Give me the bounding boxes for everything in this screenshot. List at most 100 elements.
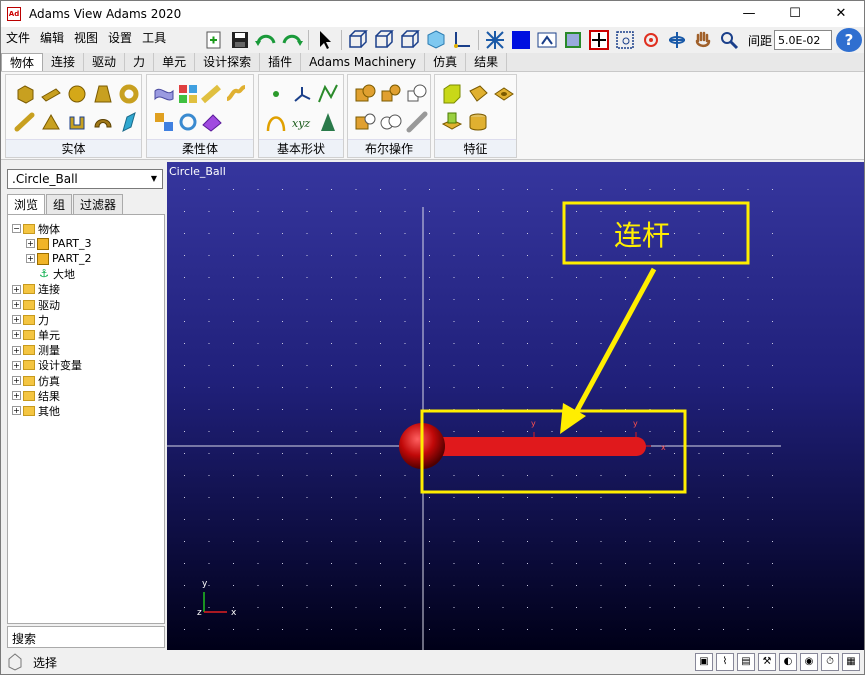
tree-item[interactable]: + PART_2 [26, 251, 92, 266]
chamfer-icon[interactable] [441, 83, 463, 105]
expand-icon[interactable]: + [12, 330, 21, 340]
tree-item[interactable]: ⚓ 大地 [38, 267, 75, 282]
tree-item[interactable]: + 连接 [12, 282, 60, 297]
menu-settings[interactable]: 设置 [103, 29, 137, 46]
render-icon[interactable] [536, 29, 558, 51]
tab-forces[interactable]: 力 [125, 53, 155, 71]
spacing-input[interactable] [774, 30, 833, 50]
spline-xyz-icon[interactable]: xyz [291, 111, 313, 133]
tab-filters[interactable]: 过滤器 [73, 194, 124, 214]
expand-icon[interactable]: + [12, 376, 21, 385]
render-mode-icon[interactable]: ◐ [779, 653, 797, 671]
point-icon[interactable] [265, 83, 287, 105]
info-window-icon[interactable]: ▣ [695, 653, 713, 671]
menu-view[interactable]: 视图 [69, 29, 103, 46]
simulation-icon[interactable]: ⏱ [821, 653, 839, 671]
boss-icon[interactable] [441, 111, 463, 133]
view-options-icon[interactable]: ▦ [842, 653, 860, 671]
marker-icon[interactable] [291, 83, 313, 105]
tree-item[interactable]: + 单元 [12, 327, 60, 342]
flex-link-icon[interactable] [225, 83, 247, 105]
rigid-to-flex-icon[interactable] [153, 111, 175, 133]
tree-item[interactable]: + 结果 [12, 388, 60, 403]
expand-icon[interactable]: + [12, 284, 21, 294]
hole-icon[interactable] [493, 83, 515, 105]
frustum-icon[interactable] [92, 83, 114, 105]
arc-icon[interactable] [265, 111, 287, 133]
flex-color-icon[interactable] [201, 111, 223, 133]
shaded-cube-icon[interactable] [425, 29, 447, 51]
grid-toggle-icon[interactable] [484, 29, 506, 51]
split-icon[interactable] [380, 111, 402, 133]
zoom-extents-icon[interactable] [588, 29, 610, 51]
view-iso-icon[interactable] [373, 29, 395, 51]
revolution-icon[interactable] [92, 111, 114, 133]
tree-item[interactable]: + 设计变量 [12, 358, 82, 373]
undo-icon[interactable] [255, 29, 277, 51]
dynamic-icon[interactable]: ◉ [800, 653, 818, 671]
pan-hand-icon[interactable] [692, 29, 714, 51]
extrusion-icon[interactable] [66, 111, 88, 133]
tab-bodies[interactable]: 物体 [1, 53, 44, 71]
expand-icon[interactable]: + [12, 391, 21, 401]
tab-browse[interactable]: 浏览 [7, 194, 46, 214]
fillet-icon[interactable] [467, 83, 489, 105]
search-field[interactable]: 搜索 [7, 626, 165, 648]
expand-icon[interactable]: + [12, 345, 21, 355]
box-icon[interactable] [14, 83, 36, 105]
expand-icon[interactable]: + [12, 315, 21, 325]
tab-motions[interactable]: 驱动 [84, 53, 126, 71]
mnf-import-icon[interactable] [177, 83, 199, 105]
tab-simulation[interactable]: 仿真 [425, 53, 467, 71]
expand-icon[interactable]: + [12, 300, 21, 309]
collapse-icon[interactable]: − [12, 224, 21, 233]
plane-icon[interactable] [118, 111, 140, 133]
flex-swap-icon[interactable] [177, 111, 199, 133]
postprocessor-icon[interactable]: ⌇ [716, 653, 734, 671]
tab-groups[interactable]: 组 [46, 194, 73, 214]
toolbox-icon[interactable]: ⚒ [758, 653, 776, 671]
cut-icon[interactable] [354, 111, 376, 133]
chain-icon[interactable] [317, 111, 339, 133]
cylinder-icon[interactable] [40, 83, 62, 105]
center-view-icon[interactable] [640, 29, 662, 51]
triad-icon[interactable] [451, 29, 473, 51]
redo-icon[interactable] [281, 29, 303, 51]
plate-icon[interactable] [40, 111, 62, 133]
tab-connectors[interactable]: 连接 [43, 53, 85, 71]
union-icon[interactable] [354, 83, 376, 105]
tree-item[interactable]: − 物体 [12, 221, 60, 236]
tree-item[interactable]: + 仿真 [12, 373, 60, 388]
help-button[interactable]: ? [836, 28, 863, 52]
fit-view-icon[interactable] [562, 29, 584, 51]
tab-adams-machinery[interactable]: Adams Machinery [301, 53, 426, 71]
select-mode-icon[interactable] [7, 653, 23, 671]
tab-plugins[interactable]: 插件 [260, 53, 302, 71]
tree-item[interactable]: + 力 [12, 312, 49, 327]
view-front-icon[interactable] [347, 29, 369, 51]
tab-results[interactable]: 结果 [466, 53, 508, 71]
viewflex-icon[interactable] [153, 83, 175, 105]
expand-icon[interactable]: + [26, 254, 35, 264]
rotate-view-icon[interactable] [666, 29, 688, 51]
tab-elements[interactable]: 单元 [154, 53, 196, 71]
tree-item[interactable]: + 驱动 [12, 297, 60, 312]
minimize-button[interactable]: — [726, 1, 772, 27]
menu-tools[interactable]: 工具 [137, 29, 171, 46]
menu-edit[interactable]: 编辑 [35, 29, 69, 46]
torus-icon[interactable] [118, 83, 140, 105]
hollow-icon[interactable] [467, 111, 489, 133]
sphere-icon[interactable] [66, 83, 88, 105]
merge-icon[interactable] [380, 83, 402, 105]
expand-icon[interactable]: + [26, 239, 35, 249]
zoom-magnifier-icon[interactable] [718, 29, 740, 51]
graphics-viewport[interactable]: y y x 连杆 y x z Circle_Ball [167, 162, 864, 650]
tree-item[interactable]: + PART_3 [26, 236, 92, 251]
new-model-icon[interactable] [203, 29, 225, 51]
menu-file[interactable]: 文件 [1, 29, 35, 46]
intersect-icon[interactable] [406, 83, 428, 105]
tab-design-exploration[interactable]: 设计探索 [195, 53, 261, 71]
chain-link-icon[interactable] [406, 111, 428, 133]
polyline-icon[interactable] [317, 83, 339, 105]
model-select[interactable]: .Circle_Ball ▼ [7, 169, 163, 189]
